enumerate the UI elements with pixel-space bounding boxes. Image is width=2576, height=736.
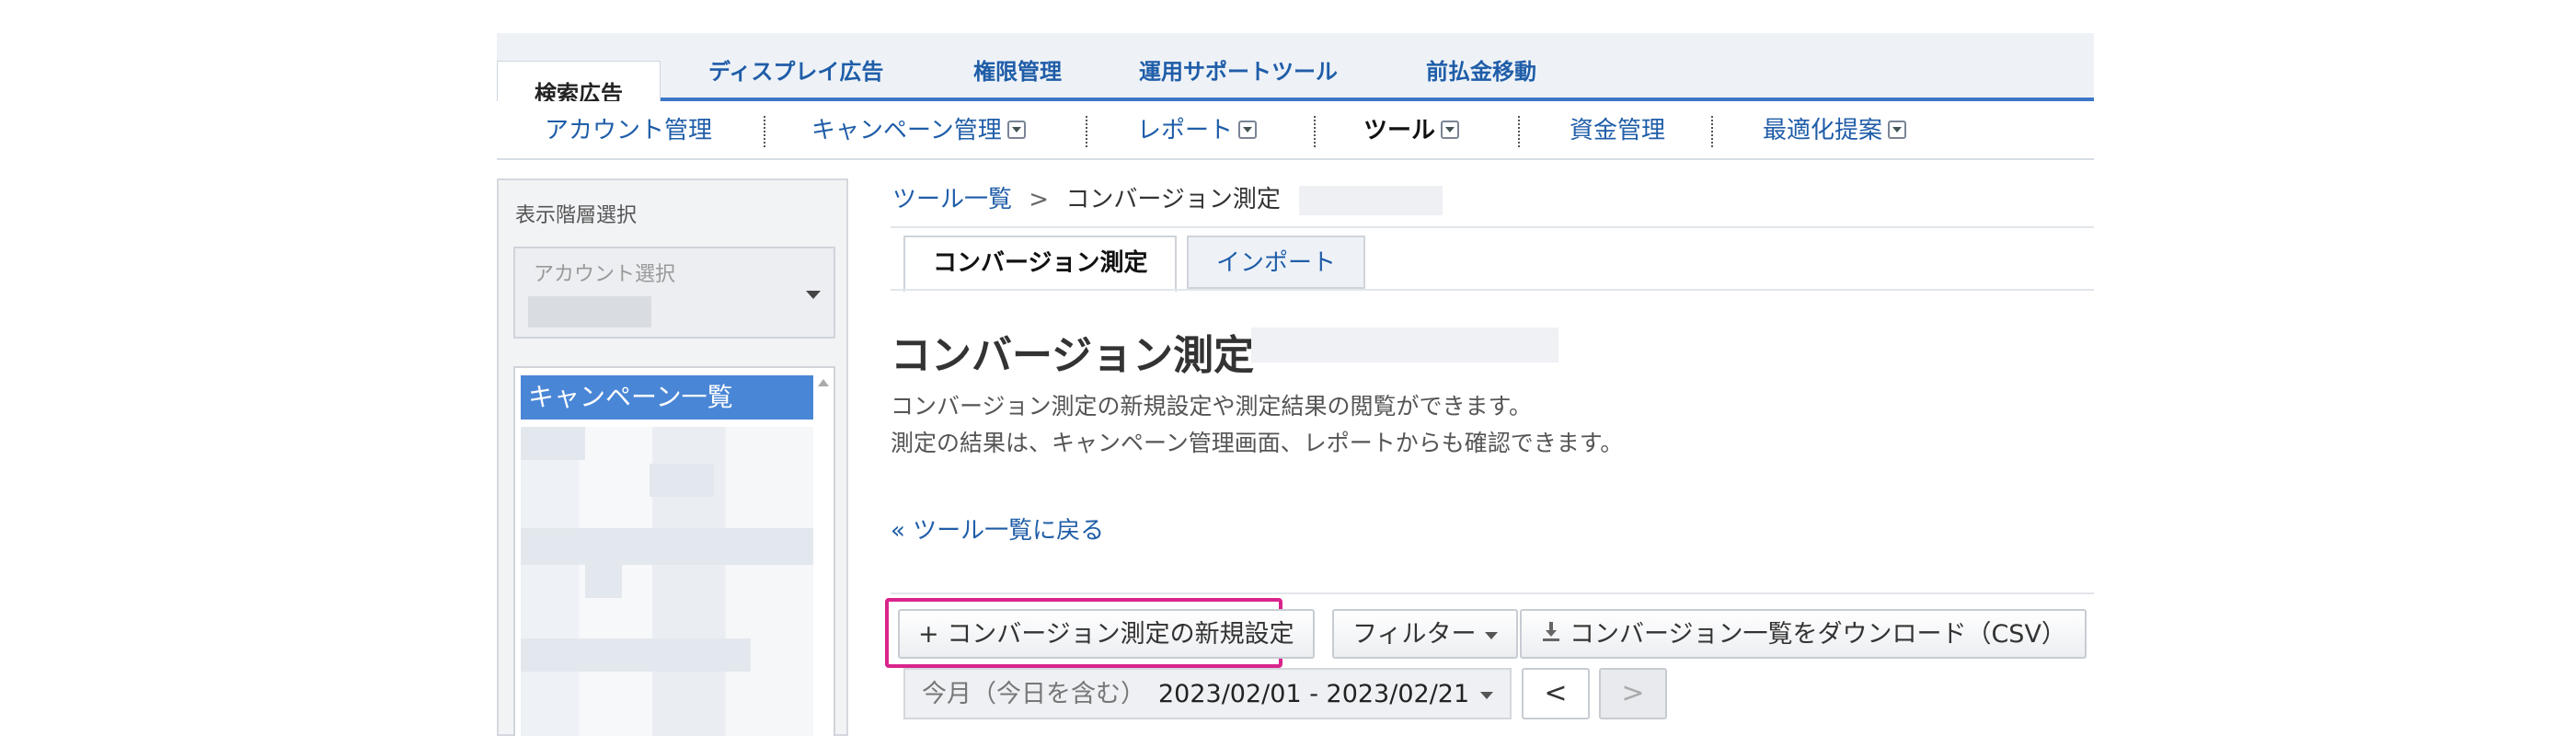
divider	[891, 289, 2094, 291]
breadcrumb-current: コンバージョン測定	[1065, 186, 1281, 213]
chevron-down-icon	[1480, 691, 1494, 699]
breadcrumb-separator: >	[1029, 186, 1050, 213]
date-value: 2023/02/01 - 2023/02/21	[1158, 680, 1470, 708]
date-range-select[interactable]: 今月（今日を含む） 2023/02/01 - 2023/02/21	[903, 668, 1512, 719]
divider	[891, 226, 2094, 228]
redacted-account-name	[528, 296, 651, 328]
divider	[1086, 116, 1087, 147]
redacted-breadcrumb	[1299, 185, 1443, 215]
page-title: コンバージョン測定	[891, 332, 1255, 379]
chevron-down-icon	[806, 291, 821, 299]
sub-navigation: アカウント管理 キャンペーン管理 レポート ツール 資金管理 最適化提案	[497, 101, 2094, 160]
redacted-block	[521, 638, 751, 672]
divider	[1518, 116, 1520, 147]
breadcrumb: ツール一覧 > コンバージョン測定	[892, 180, 1443, 215]
breadcrumb-tools-link[interactable]: ツール一覧	[892, 186, 1012, 213]
download-icon	[1540, 611, 1562, 659]
dropdown-icon	[1441, 120, 1460, 139]
tab-prepaid-transfer[interactable]: 前払金移動	[1426, 44, 1536, 101]
subnav-label: 資金管理	[1570, 117, 1666, 144]
subnav-funds-management[interactable]: 資金管理	[1570, 101, 1665, 160]
redacted-block	[585, 565, 622, 598]
subnav-label: レポート	[1137, 117, 1234, 144]
tab-permissions[interactable]: 権限管理	[973, 44, 1062, 101]
redacted-block	[521, 427, 585, 460]
account-select-label: アカウント選択	[534, 263, 676, 286]
divider	[891, 592, 2094, 594]
scrollbar[interactable]	[815, 374, 832, 736]
date-preset: 今月（今日を含む）	[922, 680, 1145, 708]
subnav-tools[interactable]: ツール	[1363, 101, 1460, 160]
subnav-account-management[interactable]: アカウント管理	[545, 101, 712, 160]
account-select[interactable]: アカウント選択	[513, 247, 835, 339]
back-to-tools-link[interactable]: « ツール一覧に戻る	[891, 512, 1104, 546]
prev-period-button[interactable]: <	[1522, 668, 1590, 719]
tab-conversion-measurement[interactable]: コンバージョン測定	[903, 236, 1178, 293]
download-csv-button[interactable]: コンバージョン一覧をダウンロード（CSV）	[1520, 609, 2087, 659]
redacted-title	[1251, 328, 1558, 362]
tab-support-tools[interactable]: 運用サポートツール	[1139, 44, 1338, 101]
divider	[1314, 116, 1316, 147]
chevron-down-icon	[1485, 631, 1499, 639]
scroll-up-icon[interactable]	[818, 379, 829, 386]
redacted-campaign-items	[521, 427, 813, 736]
download-label: コンバージョン一覧をダウンロード（CSV）	[1570, 620, 2066, 649]
dropdown-icon	[1238, 120, 1258, 139]
redacted-block	[521, 528, 813, 565]
tab-display-ads[interactable]: ディスプレイ広告	[708, 44, 883, 101]
campaign-list[interactable]: キャンペーン一覧	[513, 366, 835, 736]
next-period-button[interactable]: >	[1599, 668, 1667, 719]
hierarchy-sidebar: 表示階層選択 アカウント選択 キャンペーン一覧	[497, 178, 848, 736]
filter-label: フィルター	[1352, 620, 1477, 649]
sidebar-title: 表示階層選択	[515, 204, 638, 227]
subnav-label: 最適化提案	[1763, 117, 1883, 144]
subnav-optimization[interactable]: 最適化提案	[1763, 101, 1907, 160]
description-line: コンバージョン測定の新規設定や測定結果の閲覧ができます。	[891, 393, 1533, 420]
tab-import[interactable]: インポート	[1187, 236, 1366, 289]
filter-button[interactable]: フィルター	[1332, 609, 1519, 659]
top-tab-bar: 検索広告 ディスプレイ広告 権限管理 運用サポートツール 前払金移動	[497, 33, 2094, 132]
subnav-campaign-management[interactable]: キャンペーン管理	[811, 101, 1026, 160]
dropdown-icon	[1006, 120, 1026, 139]
subnav-label: アカウント管理	[545, 117, 713, 144]
new-conversion-button[interactable]: + コンバージョン測定の新規設定	[898, 609, 1315, 659]
subnav-label: ツール	[1363, 117, 1436, 144]
dropdown-icon	[1888, 120, 1907, 139]
description-line: 測定の結果は、キャンペーン管理画面、レポートからも確認できます。	[891, 430, 1624, 456]
subnav-label: キャンペーン管理	[811, 117, 1002, 144]
divider	[1711, 116, 1713, 147]
redacted-block	[650, 464, 714, 497]
subnav-report[interactable]: レポート	[1137, 101, 1258, 160]
campaign-list-header[interactable]: キャンペーン一覧	[521, 375, 813, 420]
divider	[764, 116, 765, 147]
